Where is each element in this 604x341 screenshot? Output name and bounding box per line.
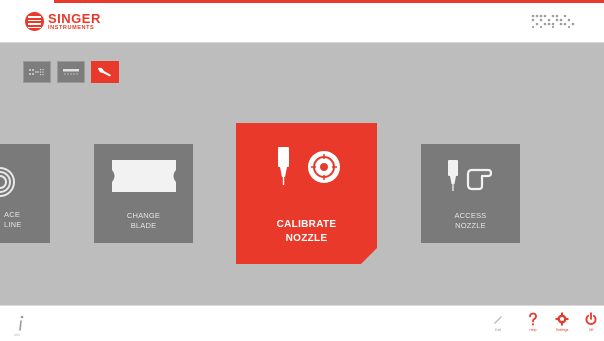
spiral-icon [0,167,16,197]
card-calibrate-nozzle[interactable]: CALIBRATE NOZZLE [236,123,377,264]
help-label: Help [529,328,537,332]
power-icon [585,312,597,325]
card-label: ACCESS NOZZLE [454,211,487,230]
pencil-icon [494,316,502,324]
mode-tabs [23,61,119,83]
card-access-nozzle[interactable]: ACCESS NOZZLE [421,144,520,243]
off-label: Off [588,328,594,332]
tab-blade[interactable] [57,61,85,83]
top-bar: SINGER INSTRUMENTS [0,0,604,43]
power-button[interactable]: Off [578,312,604,332]
gear-icon [555,312,569,326]
dot-grid-icon [531,14,575,28]
info-label: Info [14,333,20,337]
settings-button[interactable]: Settings [549,312,575,332]
wrench-icon [98,67,111,77]
edit-button[interactable]: Edit [485,312,511,332]
info-icon[interactable] [16,314,26,332]
edit-label: Edit [494,328,502,332]
card-label: ACE LINE [4,210,22,229]
help-button[interactable]: Help [520,312,546,332]
accent-line [54,0,604,3]
bottom-bar: Info Edit Help Settings Off [0,305,604,341]
tab-transfer[interactable] [23,61,51,83]
singer-logo: SINGER INSTRUMENTS [25,12,101,32]
help-icon [529,312,537,326]
nozzle-target-icon [278,147,340,185]
card-label: CALIBRATE NOZZLE [276,219,337,244]
card-fold-corner [361,248,377,264]
logo-mark-icon [25,12,44,32]
logo-line2: INSTRUMENTS [48,25,95,31]
tab-maintenance[interactable] [91,61,119,83]
settings-label: Settings [555,328,569,332]
card-align-spline[interactable]: ACE LINE [0,144,50,243]
logo-line1: SINGER [48,11,101,26]
card-change-blade[interactable]: CHANGE BLADE [94,144,193,243]
nozzle-hand-icon [448,160,493,191]
grid-transfer-icon [29,69,44,76]
blade-icon [112,160,176,192]
blade-icon [63,69,79,75]
card-label: CHANGE BLADE [126,211,161,230]
